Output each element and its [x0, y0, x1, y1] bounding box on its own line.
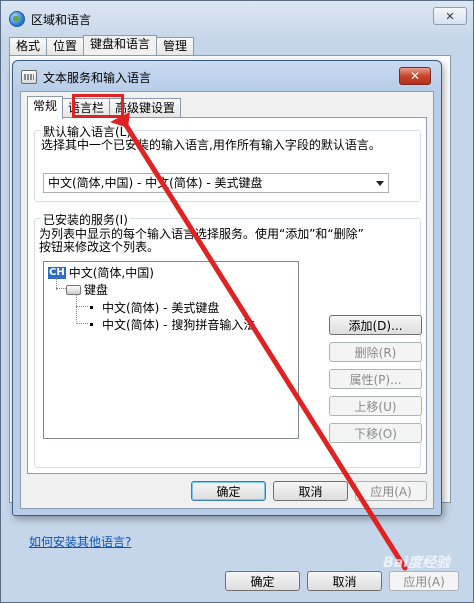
- bullet-icon: [90, 323, 93, 326]
- tab-general[interactable]: 常规: [27, 96, 64, 119]
- dialog-close-button[interactable]: ✕: [399, 67, 431, 85]
- tree-service-label: 中文(简体) - 搜狗拼音输入法: [102, 318, 256, 332]
- tree-service-item[interactable]: 中文(简体) - 美式键盘: [90, 299, 219, 316]
- text-services-dialog: 文本服务和输入语言 ✕ 常规 语言栏 高级键设置 默认输入语言(L) 选择其中一…: [12, 60, 442, 516]
- tree-service-label: 中文(简体) - 美式键盘: [102, 301, 220, 315]
- dialog-face: 常规 语言栏 高级键设置 默认输入语言(L) 选择其中一个已安装的输入语言,用作…: [20, 91, 434, 509]
- outer-title-bar: 区域和语言: [9, 9, 91, 29]
- outer-tab-location[interactable]: 位置: [46, 37, 85, 55]
- language-bar-tab-highlight: [72, 94, 124, 118]
- bullet-icon: [90, 306, 93, 309]
- default-language-value: 中文(简体,中国) - 中文(简体) - 美式键盘: [48, 176, 263, 190]
- install-languages-link[interactable]: 如何安装其他语言?: [29, 533, 131, 550]
- outer-tab-keyboards[interactable]: 键盘和语言: [83, 35, 158, 56]
- dialog-ok-button[interactable]: 确定: [191, 481, 266, 501]
- outer-window-title: 区域和语言: [31, 12, 92, 27]
- dialog-cancel-button[interactable]: 取消: [273, 481, 348, 501]
- globe-icon: [9, 11, 25, 27]
- tree-keyboard-label: 键盘: [84, 283, 109, 297]
- tree-language-label: 中文(简体,中国): [68, 266, 154, 280]
- add-service-button[interactable]: 添加(D)...: [329, 315, 422, 335]
- watermark-text: Bai度经验: [383, 555, 450, 571]
- general-tab-panel: 默认输入语言(L) 选择其中一个已安装的输入语言,用作所有输入字段的默认语言。 …: [27, 117, 427, 474]
- chevron-down-icon: [376, 181, 384, 186]
- installed-services-group: 已安装的服务(I) 为列表中显示的每个输入语言选择服务。使用“添加”和“删除” …: [34, 211, 422, 468]
- default-language-dropdown[interactable]: 中文(简体,中国) - 中文(简体) - 美式键盘: [43, 173, 389, 193]
- outer-apply-button[interactable]: 应用(A): [389, 571, 459, 591]
- tree-service-item[interactable]: 中文(简体) - 搜狗拼音输入法: [90, 316, 255, 333]
- outer-close-button[interactable]: ✕: [433, 7, 467, 25]
- tree-keyboard-node[interactable]: 键盘: [66, 281, 108, 298]
- keyboard-icon: [21, 70, 37, 84]
- dialog-title: 文本服务和输入语言: [43, 70, 152, 85]
- tree-language-node[interactable]: CH 中文(简体,中国): [48, 264, 154, 281]
- installed-services-description-1: 为列表中显示的每个输入语言选择服务。使用“添加”和“删除”: [39, 227, 364, 241]
- properties-button[interactable]: 属性(P)...: [329, 369, 422, 389]
- default-language-description: 选择其中一个已安装的输入语言,用作所有输入字段的默认语言。: [41, 138, 381, 152]
- dialog-apply-button[interactable]: 应用(A): [355, 481, 427, 501]
- remove-service-button[interactable]: 删除(R): [329, 342, 422, 362]
- default-language-group: 默认输入语言(L) 选择其中一个已安装的输入语言,用作所有输入字段的默认语言。 …: [34, 123, 421, 202]
- keyboard-small-icon: [66, 284, 81, 295]
- outer-ok-button[interactable]: 确定: [225, 571, 300, 591]
- outer-cancel-button[interactable]: 取消: [307, 571, 382, 591]
- dialog-title-bar: 文本服务和输入语言: [21, 67, 151, 87]
- move-up-button[interactable]: 上移(U): [329, 396, 422, 416]
- move-down-button[interactable]: 下移(O): [329, 423, 422, 443]
- installed-services-group-title: 已安装的服务(I): [41, 211, 130, 228]
- services-tree[interactable]: CH 中文(简体,中国) 键盘 中文(简体) - 美式键盘 中文(简体) - 搜…: [43, 261, 299, 439]
- outer-tab-formats[interactable]: 格式: [9, 37, 48, 55]
- installed-services-description-2: 按钮来修改这个列表。: [39, 240, 160, 254]
- language-badge: CH: [48, 266, 66, 279]
- outer-tab-admin[interactable]: 管理: [156, 37, 195, 55]
